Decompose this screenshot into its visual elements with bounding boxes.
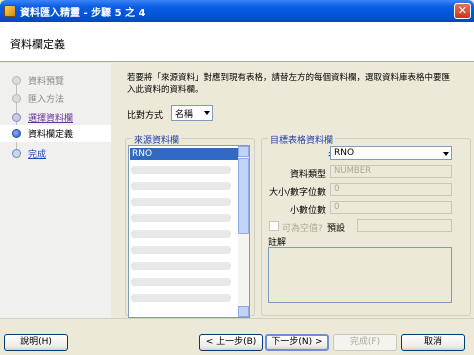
nav-step-label: 匯入方法 (28, 95, 65, 105)
nav-step-label[interactable]: 選擇資料欄 (28, 111, 73, 124)
scroll-thumb[interactable] (238, 158, 249, 234)
nav-step-column-definition: 資料欄定義 (0, 125, 111, 142)
next-button[interactable]: 下一步(N) > (265, 334, 329, 351)
nav-step-import-method: 匯入方法 (0, 90, 111, 107)
target-columns-legend: 目標表格資料欄 (268, 133, 336, 146)
list-item-placeholder (131, 166, 231, 174)
comment-field (268, 247, 452, 303)
close-icon[interactable]: ✕ (454, 3, 471, 19)
size-field: 0 (330, 183, 452, 196)
title-bar: 資料匯入精靈 - 步驟 5 之 4 ✕ (0, 0, 474, 22)
default-label: 預設 (327, 224, 346, 234)
scale-field: 0 (330, 201, 452, 214)
help-button[interactable]: 說明(H) (4, 334, 68, 351)
target-name-value: RNO (334, 148, 355, 158)
list-item-placeholder (131, 230, 231, 238)
instruction-text: 若要將「來源資料」對應到現有表格，請替左方的每個資料欄，選取資料庫表格中要匯入此… (127, 73, 451, 95)
page-title: 資料欄定義 (10, 38, 65, 51)
wizard-footer: 說明(H) < 上一步(B) 下一步(N) > 完成(F) 取消 (0, 318, 474, 355)
nav-step-label[interactable]: 完成 (28, 147, 46, 160)
nav-step-finish[interactable]: 完成 (0, 145, 111, 162)
compare-method-label: 比對方式 (127, 111, 164, 121)
list-item-placeholder (131, 214, 231, 222)
compare-method-select[interactable]: 名稱 (171, 105, 213, 121)
window-title: 資料匯入精靈 - 步驟 5 之 4 (20, 7, 146, 19)
nullable-label: 可為空值? (282, 224, 323, 234)
list-item-placeholder (131, 294, 231, 302)
list-item-placeholder (131, 198, 231, 206)
scroll-up-icon[interactable] (238, 146, 249, 157)
nullable-checkbox[interactable] (269, 221, 279, 231)
step-marker-icon (12, 149, 21, 158)
dropdown-arrow-icon (204, 111, 210, 115)
back-button[interactable]: < 上一步(B) (199, 334, 263, 351)
size-label: 大小/數字位數 (268, 188, 326, 198)
step-marker-icon (12, 94, 21, 103)
step-marker-icon (12, 76, 21, 85)
dropdown-arrow-icon (443, 152, 449, 156)
wizard-header: 資料欄定義 (0, 22, 474, 62)
data-type-field: NUMBER (330, 165, 452, 178)
cancel-button[interactable]: 取消 (401, 334, 465, 351)
list-item-placeholder (131, 246, 231, 254)
nav-step-label: 資料預覽 (28, 77, 65, 87)
list-item-placeholder (131, 182, 231, 190)
data-type-label: 資料類型 (289, 170, 326, 180)
scroll-down-icon[interactable] (238, 306, 249, 317)
nav-step-data-preview: 資料預覽 (0, 72, 111, 89)
source-columns-list[interactable]: RNO (128, 145, 250, 318)
finish-button: 完成(F) (333, 334, 397, 351)
list-scrollbar[interactable] (238, 146, 249, 317)
wizard-step-nav: 資料預覽 匯入方法 選擇資料欄 資料欄定義 完成 (0, 63, 111, 318)
default-field (357, 219, 452, 232)
nav-step-label: 資料欄定義 (28, 130, 74, 140)
app-icon (4, 5, 16, 17)
scale-label: 小數位數 (289, 206, 326, 216)
list-item-placeholder (131, 278, 231, 286)
list-item-placeholder (131, 262, 231, 270)
list-item[interactable]: RNO (130, 148, 238, 160)
target-name-select[interactable]: RNO (330, 146, 452, 160)
compare-method-value: 名稱 (175, 109, 194, 120)
nav-step-choose-columns[interactable]: 選擇資料欄 (0, 109, 111, 126)
current-step-icon (12, 129, 21, 138)
step-marker-icon (12, 113, 21, 122)
